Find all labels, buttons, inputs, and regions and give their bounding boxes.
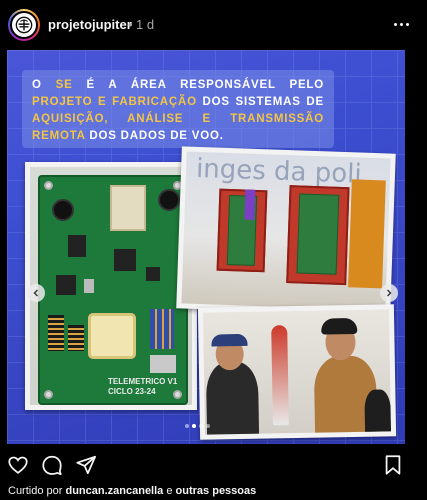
share-icon[interactable] xyxy=(75,454,97,476)
chevron-left-icon xyxy=(33,289,38,297)
caption-segment: DOS SISTEMAS DE xyxy=(196,96,324,108)
more-horizontal-icon[interactable] xyxy=(389,14,413,34)
background-sign: inges da poli xyxy=(195,153,363,190)
caption-segment: É A ÁREA RESPONSÁVEL PELO xyxy=(72,79,324,91)
heart-icon[interactable] xyxy=(7,454,29,476)
pcb-label-line1: TELEMETRICO V1 xyxy=(108,377,178,386)
liked-by-user[interactable]: duncan.zancanella xyxy=(65,485,163,497)
caption-highlight: PROJETO E FABRICAÇÃO xyxy=(32,96,197,108)
likes-prefix: Curtido por xyxy=(8,485,63,497)
likes-summary: Curtido por duncan.zancanella e outras p… xyxy=(8,485,256,497)
post-media[interactable]: O SE É A ÁREA RESPONSÁVEL PELO PROJETO E… xyxy=(7,50,405,444)
slide-caption: O SE É A ÁREA RESPONSÁVEL PELO PROJETO E… xyxy=(22,70,334,148)
post-header: projetojupiter • 1 d xyxy=(0,0,427,50)
carousel-dot xyxy=(185,424,189,428)
caption-highlight: SE xyxy=(55,79,73,91)
carousel-dot xyxy=(199,424,203,428)
post-username[interactable]: projetojupiter xyxy=(48,17,132,32)
caption-segment: DOS DADOS DE VOO. xyxy=(85,130,224,142)
liked-by-others[interactable]: outras pessoas xyxy=(176,485,257,497)
chevron-right-icon xyxy=(387,289,392,297)
carousel-dot xyxy=(192,424,196,428)
action-bar xyxy=(0,450,427,480)
next-slide-button[interactable] xyxy=(380,284,398,302)
previous-slide-button[interactable] xyxy=(27,284,45,302)
caption-segment: O xyxy=(32,79,56,91)
avionics-bay-photo: inges da poli xyxy=(176,146,396,316)
bookmark-icon[interactable] xyxy=(382,454,404,476)
telemetry-board: TELEMETRICO V1 CICLO 23-24 xyxy=(38,175,188,405)
pcb-label-line2: CICLO 23-24 xyxy=(108,387,156,396)
carousel-dot xyxy=(206,424,210,428)
avatar[interactable] xyxy=(8,9,40,41)
jupiter-logo-icon xyxy=(10,11,38,39)
slide-caption-text: O SE É A ÁREA RESPONSÁVEL PELO PROJETO E… xyxy=(32,77,324,145)
post-time[interactable]: 1 d xyxy=(136,17,154,32)
team-photo xyxy=(197,304,397,440)
likes-connector: e xyxy=(166,485,173,497)
carousel-indicator xyxy=(185,424,210,428)
pcb-photo: TELEMETRICO V1 CICLO 23-24 xyxy=(25,162,197,410)
separator-dot: • xyxy=(128,17,133,32)
comment-icon[interactable] xyxy=(41,454,63,476)
